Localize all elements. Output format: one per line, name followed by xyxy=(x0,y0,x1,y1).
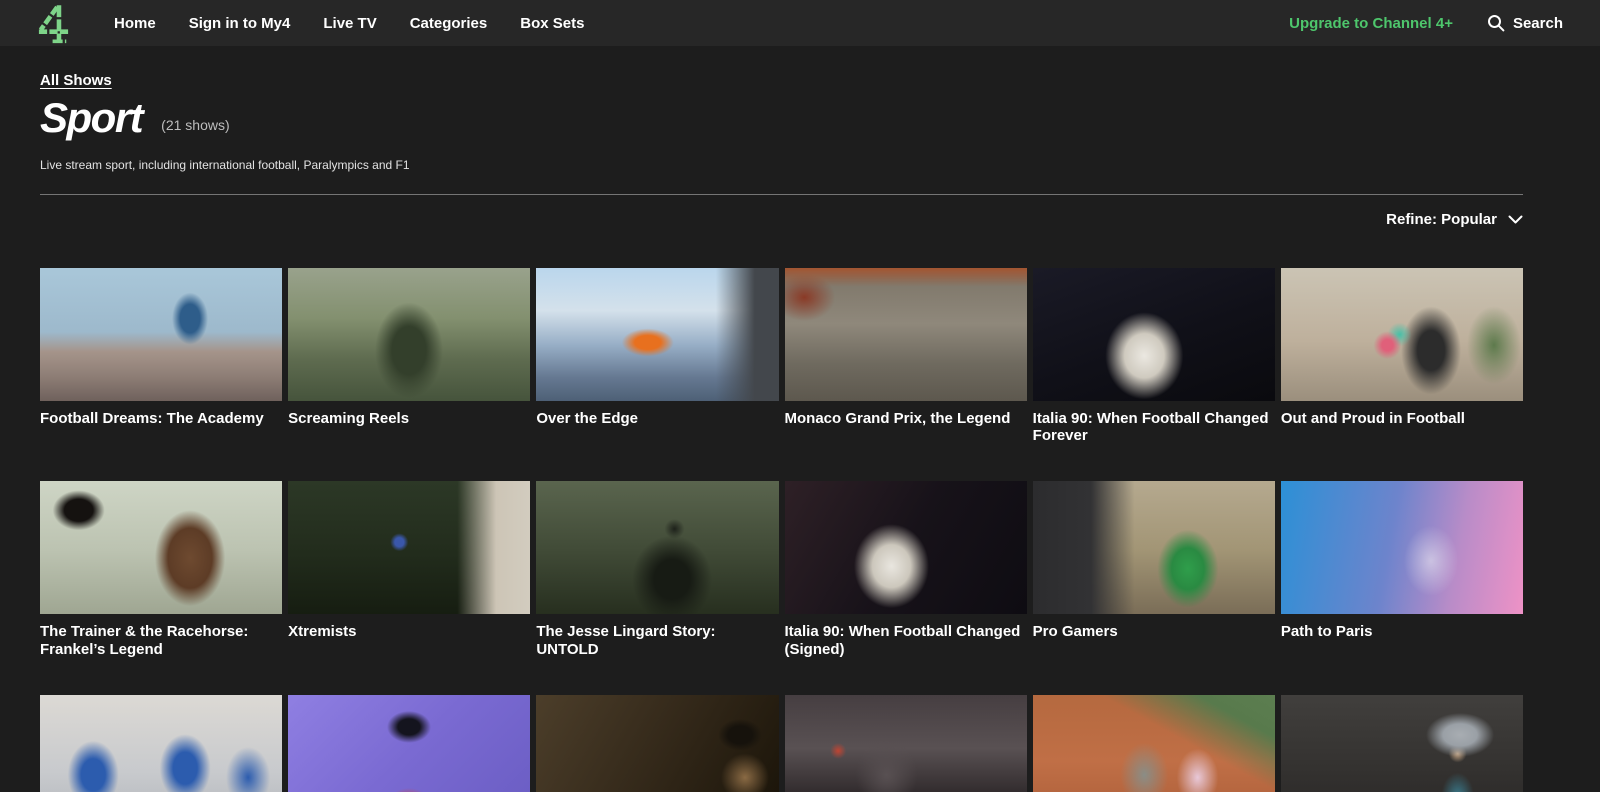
sport-category-page: All Shows Sport (21 shows) Live stream s… xyxy=(0,46,1600,792)
show-title[interactable]: Screaming Reels xyxy=(288,410,530,427)
page-title-row: Sport (21 shows) xyxy=(40,98,1523,138)
show-title[interactable]: Football Dreams: The Academy xyxy=(40,410,282,427)
show-thumbnail[interactable] xyxy=(1281,695,1523,792)
show-title[interactable]: Xtremists xyxy=(288,623,530,640)
show-thumbnail[interactable] xyxy=(1033,481,1275,614)
show-card-show-17[interactable] xyxy=(1033,695,1275,792)
show-card-show-14[interactable] xyxy=(288,695,530,792)
refine-label: Refine: Popular xyxy=(1386,211,1497,228)
search-button[interactable]: Search xyxy=(1487,14,1563,32)
show-title[interactable]: Italia 90: When Football Changed Forever xyxy=(1033,410,1275,445)
show-thumbnail[interactable] xyxy=(288,695,530,792)
show-card-italia-90-when-football-changed-signed[interactable]: Italia 90: When Football Changed (Signed… xyxy=(785,481,1027,658)
channel4-logo[interactable] xyxy=(38,3,69,44)
nav-item-box-sets[interactable]: Box Sets xyxy=(520,15,584,32)
show-title[interactable]: Monaco Grand Prix, the Legend xyxy=(785,410,1027,427)
show-card-the-jesse-lingard-story-untold[interactable]: The Jesse Lingard Story: UNTOLD xyxy=(536,481,778,658)
nav-right-group: Upgrade to Channel 4+ Search xyxy=(1289,14,1563,32)
show-card-show-16[interactable] xyxy=(785,695,1027,792)
show-card-out-and-proud-in-football[interactable]: Out and Proud in Football xyxy=(1281,268,1523,445)
show-card-the-trainer-and-the-racehorse-frankels-legend[interactable]: The Trainer & the Racehorse: Frankel’s L… xyxy=(40,481,282,658)
show-thumbnail[interactable] xyxy=(288,268,530,401)
show-thumbnail[interactable] xyxy=(40,695,282,792)
show-title[interactable]: Path to Paris xyxy=(1281,623,1523,640)
show-thumbnail[interactable] xyxy=(536,481,778,614)
show-card-path-to-paris[interactable]: Path to Paris xyxy=(1281,481,1523,658)
channel4-logo-icon xyxy=(38,3,69,44)
show-thumbnail[interactable] xyxy=(1033,268,1275,401)
refine-dropdown[interactable]: Refine: Popular xyxy=(1386,211,1523,228)
show-thumbnail[interactable] xyxy=(40,481,282,614)
show-title[interactable]: Out and Proud in Football xyxy=(1281,410,1523,427)
top-navigation: Home Sign in to My4 Live TV Categories B… xyxy=(0,0,1600,46)
show-card-monaco-grand-prix-the-legend[interactable]: Monaco Grand Prix, the Legend xyxy=(785,268,1027,445)
search-icon xyxy=(1487,14,1505,32)
show-card-pro-gamers[interactable]: Pro Gamers xyxy=(1033,481,1275,658)
show-card-show-13[interactable] xyxy=(40,695,282,792)
show-thumbnail[interactable] xyxy=(1281,481,1523,614)
show-thumbnail[interactable] xyxy=(536,695,778,792)
show-thumbnail[interactable] xyxy=(785,695,1027,792)
show-card-italia-90-when-football-changed-forever[interactable]: Italia 90: When Football Changed Forever xyxy=(1033,268,1275,445)
chevron-down-icon xyxy=(1508,215,1523,224)
show-thumbnail[interactable] xyxy=(1281,268,1523,401)
show-thumbnail[interactable] xyxy=(785,268,1027,401)
show-thumbnail[interactable] xyxy=(1033,695,1275,792)
search-label: Search xyxy=(1513,15,1563,32)
show-title[interactable]: Italia 90: When Football Changed (Signed… xyxy=(785,623,1027,658)
show-grid: Football Dreams: The Academy Screaming R… xyxy=(40,268,1523,792)
show-thumbnail[interactable] xyxy=(536,268,778,401)
breadcrumb-all-shows[interactable]: All Shows xyxy=(40,72,112,89)
nav-item-home[interactable]: Home xyxy=(114,15,156,32)
show-card-show-15[interactable] xyxy=(536,695,778,792)
show-thumbnail[interactable] xyxy=(288,481,530,614)
show-card-xtremists[interactable]: Xtremists xyxy=(288,481,530,658)
nav-item-categories[interactable]: Categories xyxy=(410,15,488,32)
show-card-over-the-edge[interactable]: Over the Edge xyxy=(536,268,778,445)
nav-item-sign-in-to-my4[interactable]: Sign in to My4 xyxy=(189,15,291,32)
show-card-screaming-reels[interactable]: Screaming Reels xyxy=(288,268,530,445)
refine-row: Refine: Popular xyxy=(40,211,1523,228)
show-title[interactable]: Over the Edge xyxy=(536,410,778,427)
nav-item-live-tv[interactable]: Live TV xyxy=(323,15,376,32)
page-title: Sport xyxy=(40,98,148,138)
show-card-football-dreams-the-academy[interactable]: Football Dreams: The Academy xyxy=(40,268,282,445)
primary-nav: Home Sign in to My4 Live TV Categories B… xyxy=(114,15,584,32)
show-title[interactable]: Pro Gamers xyxy=(1033,623,1275,640)
show-card-show-18[interactable] xyxy=(1281,695,1523,792)
show-thumbnail[interactable] xyxy=(40,268,282,401)
header-divider xyxy=(40,194,1523,195)
show-title[interactable]: The Jesse Lingard Story: UNTOLD xyxy=(536,623,778,658)
show-count: (21 shows) xyxy=(161,117,229,138)
show-thumbnail[interactable] xyxy=(785,481,1027,614)
upgrade-to-channel4plus-link[interactable]: Upgrade to Channel 4+ xyxy=(1289,15,1453,32)
category-description: Live stream sport, including internation… xyxy=(40,158,1523,172)
show-title[interactable]: The Trainer & the Racehorse: Frankel’s L… xyxy=(40,623,282,658)
